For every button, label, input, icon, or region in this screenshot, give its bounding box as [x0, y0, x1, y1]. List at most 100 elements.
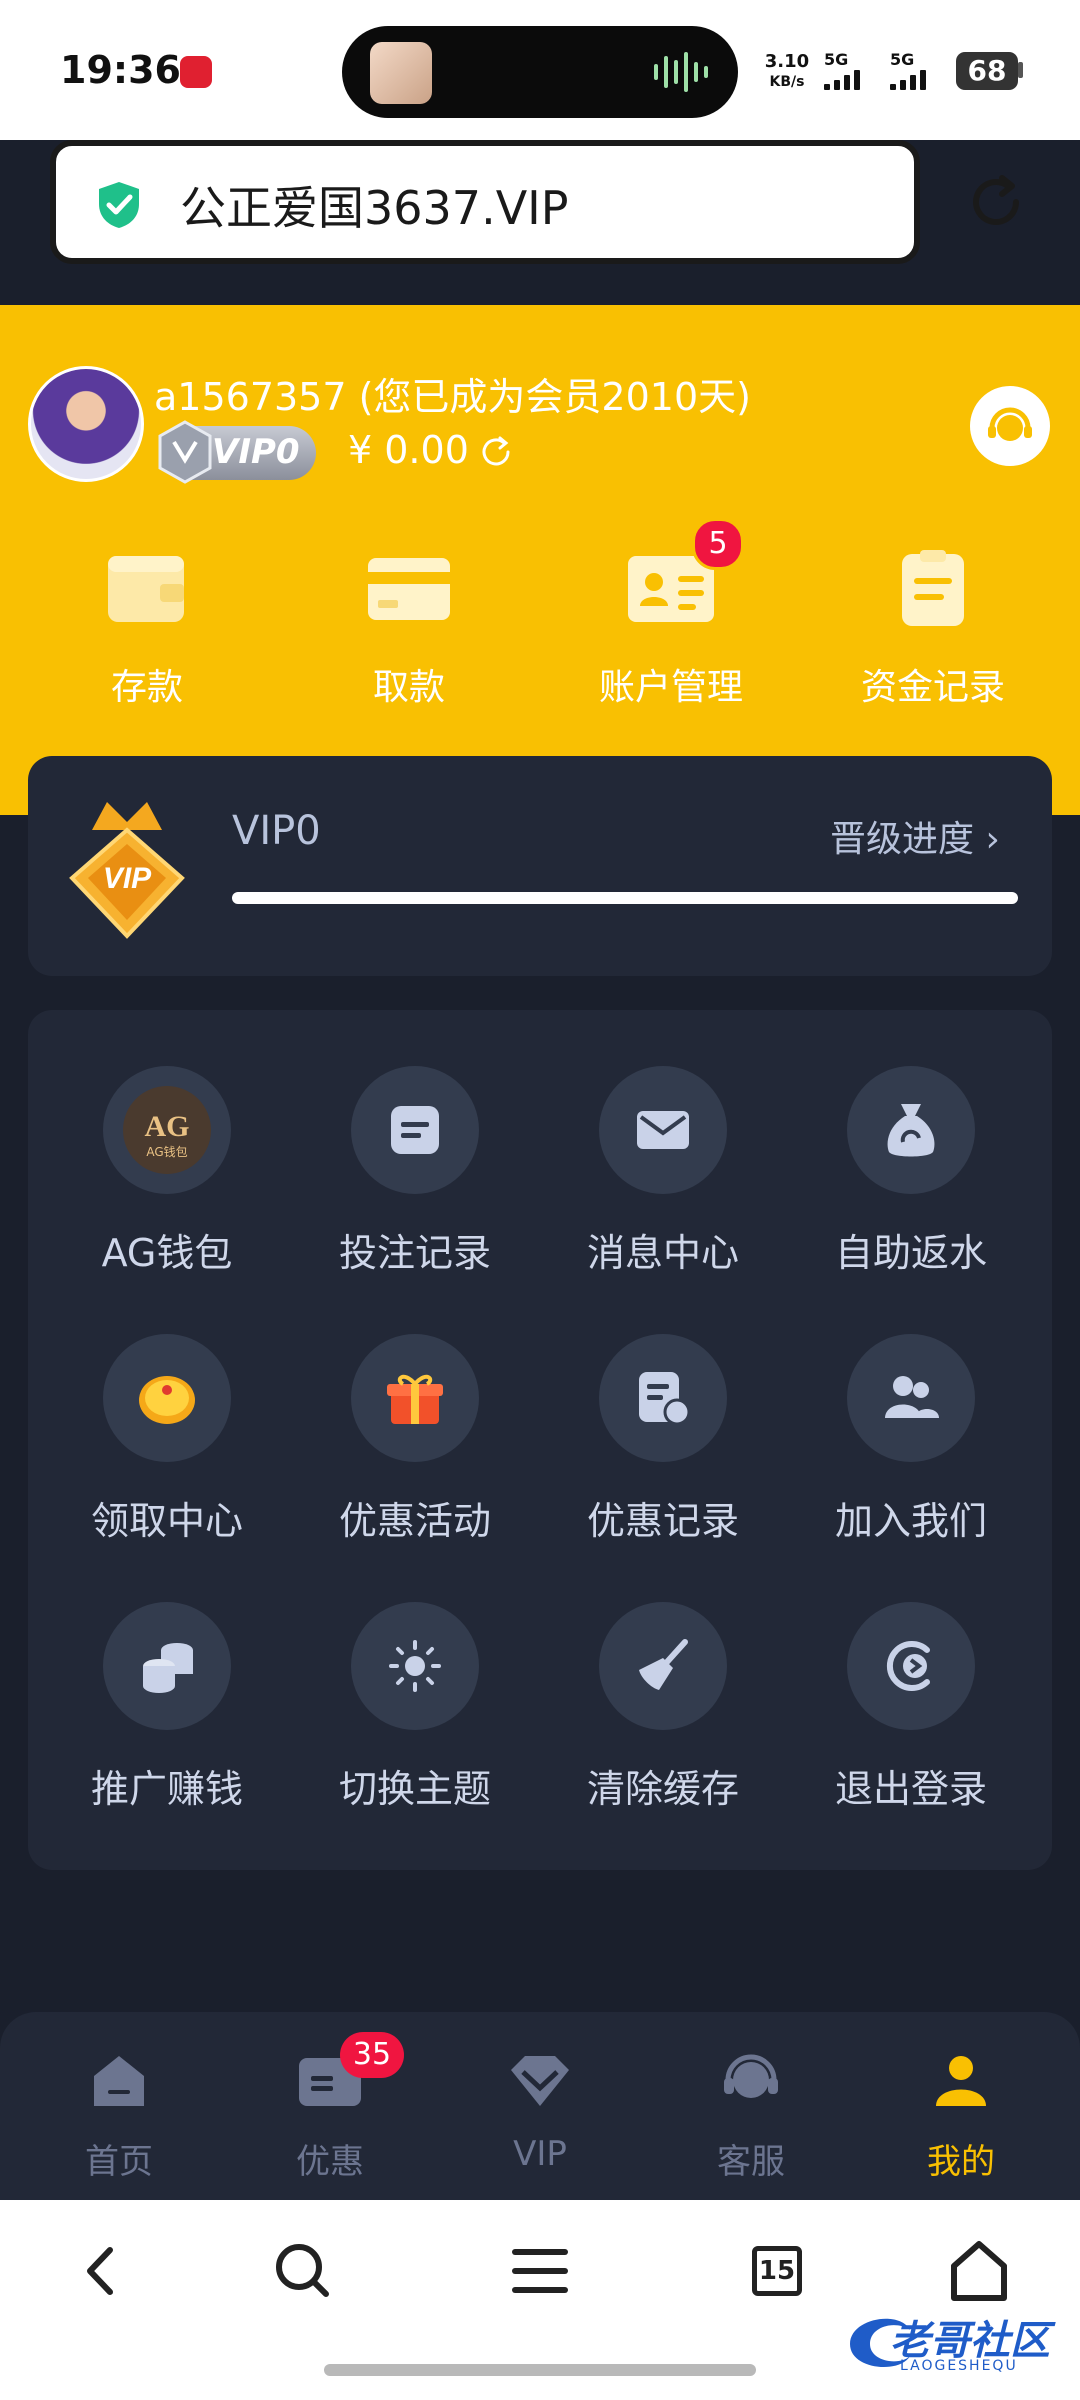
gold-coin-icon: [103, 1334, 231, 1462]
withdraw-button[interactable]: 取款: [334, 548, 484, 710]
gift-icon: [351, 1334, 479, 1462]
chevron-right-icon: ›: [985, 819, 1000, 860]
account-management-label: 账户管理: [598, 667, 743, 708]
logout-label: 退出登录: [834, 1767, 987, 1811]
refresh-balance-icon[interactable]: [476, 432, 516, 472]
ag-wallet-icon-subtext: AG钱包: [146, 1144, 187, 1159]
deposit-label: 存款: [110, 667, 183, 708]
claim-center-label: 领取中心: [90, 1499, 243, 1543]
nav-customer-service-label: 客服: [717, 2142, 785, 2182]
user-icon: [936, 2056, 986, 2106]
fund-records-label: 资金记录: [860, 667, 1005, 708]
switch-theme-item[interactable]: 切换主题: [291, 1602, 539, 1813]
vip-progress-bar: [232, 892, 1018, 904]
message-center-item[interactable]: 消息中心: [539, 1066, 787, 1277]
network-speed-unit: KB/s: [769, 74, 805, 90]
logout-item[interactable]: 退出登录: [787, 1602, 1035, 1813]
vip-hexagon-icon: [158, 420, 212, 484]
battery-tip: [1018, 62, 1023, 78]
promo-records-item[interactable]: 优惠记录: [539, 1334, 787, 1545]
url-text[interactable]: 公正爱国3637.VIP: [180, 172, 568, 238]
deposit-button[interactable]: 存款: [72, 548, 222, 710]
headset-icon: [988, 407, 1032, 441]
tabs-button[interactable]: 15: [742, 2236, 812, 2306]
menu-icon[interactable]: [505, 2236, 575, 2306]
fund-records-button[interactable]: 资金记录: [858, 548, 1008, 710]
nav-mine[interactable]: 我的: [876, 2046, 1046, 2183]
username: a1567357 (您已成为会员2010天): [154, 375, 751, 419]
referral-item[interactable]: 推广赚钱: [43, 1602, 291, 1813]
network-speed-value: 3.10: [764, 51, 810, 72]
nav-promotions-label: 优惠: [296, 2142, 364, 2182]
home-indicator[interactable]: [324, 2364, 756, 2376]
diamond-icon: [511, 2056, 569, 2106]
ag-wallet-label: AG钱包: [101, 1231, 233, 1275]
nav-home[interactable]: 首页: [34, 2046, 204, 2183]
promo-records-label: 优惠记录: [586, 1499, 739, 1543]
switch-theme-label: 切换主题: [338, 1767, 491, 1811]
media-thumbnail[interactable]: [370, 42, 432, 104]
netease-music-icon: [180, 56, 212, 88]
nav-home-label: 首页: [85, 2142, 153, 2182]
vip-diamond-crown-icon: VIP: [69, 802, 185, 939]
bet-record-icon: [351, 1066, 479, 1194]
tab-count: 15: [752, 2246, 802, 2296]
signal-2: 5G: [890, 52, 926, 90]
promotions-item[interactable]: 优惠活动: [291, 1334, 539, 1545]
self-rebate-label: 自助返水: [834, 1231, 987, 1275]
clear-cache-label: 清除缓存: [586, 1767, 739, 1811]
ag-wallet-icon-text: AG: [145, 1110, 190, 1143]
message-center-label: 消息中心: [586, 1231, 739, 1275]
clipboard-icon: [902, 550, 964, 626]
back-icon[interactable]: [66, 2236, 136, 2306]
balance: ¥ 0.00: [348, 428, 469, 472]
signal-1: 5G: [824, 52, 860, 90]
ag-wallet-icon: AG AG钱包: [103, 1066, 231, 1194]
audio-wave-icon: [654, 52, 708, 92]
users-icon: [847, 1334, 975, 1462]
headset-icon: [724, 2054, 778, 2098]
home-icon[interactable]: [944, 2236, 1014, 2306]
wallet-icon: [108, 556, 184, 622]
promo-record-icon: [599, 1334, 727, 1462]
battery-level: 68: [956, 52, 1018, 90]
watermark-subtext: LAOGESHEQU: [900, 2358, 1018, 2374]
network-speed: 3.10 KB/s: [762, 52, 812, 92]
referral-label: 推广赚钱: [90, 1767, 243, 1811]
logout-icon: [847, 1602, 975, 1730]
nav-vip[interactable]: VIP: [455, 2046, 625, 2174]
account-management-button[interactable]: 账户管理: [596, 548, 746, 710]
bet-record-label: 投注记录: [338, 1231, 491, 1275]
clear-cache-item[interactable]: 清除缓存: [539, 1602, 787, 1813]
avatar[interactable]: [28, 366, 144, 482]
signal-bars-icon: [890, 68, 926, 90]
signal-1-label: 5G: [824, 50, 849, 69]
money-bag-icon: [847, 1066, 975, 1194]
vip-level: VIP0: [232, 808, 321, 854]
ag-wallet-item[interactable]: AG AG钱包 AG钱包: [43, 1066, 291, 1277]
nav-customer-service[interactable]: 客服: [666, 2046, 836, 2183]
shield-check-icon: [99, 182, 139, 228]
join-us-item[interactable]: 加入我们: [787, 1334, 1035, 1545]
search-icon[interactable]: [268, 2236, 338, 2306]
join-us-label: 加入我们: [834, 1499, 987, 1543]
svg-text:VIP: VIP: [103, 862, 152, 895]
promotions-badge: 35: [340, 2032, 404, 2078]
claim-center-item[interactable]: 领取中心: [43, 1334, 291, 1545]
reload-icon[interactable]: [962, 168, 1030, 236]
upgrade-progress-link[interactable]: 晋级进度 ›: [830, 810, 1000, 862]
sun-icon: [351, 1602, 479, 1730]
self-rebate-item[interactable]: 自助返水: [787, 1066, 1035, 1277]
nav-vip-label: VIP: [513, 2134, 567, 2174]
status-time: 19:36: [60, 48, 181, 92]
withdraw-label: 取款: [372, 667, 445, 708]
signal-2-label: 5G: [890, 50, 915, 69]
customer-service-button[interactable]: [970, 386, 1050, 466]
signal-bars-icon: [824, 68, 860, 90]
bet-record-item[interactable]: 投注记录: [291, 1066, 539, 1277]
upgrade-progress-label: 晋级进度: [830, 819, 975, 860]
notification-badge: 5: [692, 518, 744, 570]
promotions-label: 优惠活动: [338, 1499, 491, 1543]
coins-icon: [103, 1602, 231, 1730]
vip-badge-label: VIP0: [212, 432, 300, 472]
